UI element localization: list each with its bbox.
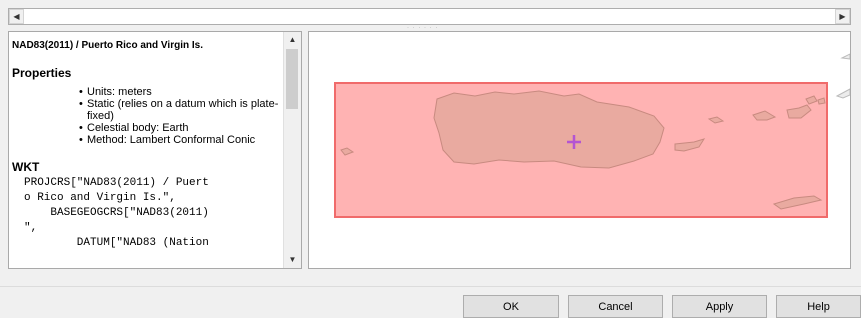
wkt-line: DATUM["NAD83 (Nation: [24, 237, 209, 249]
properties-list: Units: meters Static (relies on a datum …: [12, 86, 284, 146]
wkt-line: PROJCRS["NAD83(2011) / Puert: [24, 177, 209, 189]
property-static: Static (relies on a datum which is plate…: [79, 98, 284, 122]
outer-island-shape: [835, 88, 850, 99]
map-canvas: [334, 53, 850, 218]
horizontal-scrollbar[interactable]: ◀ ▶: [8, 8, 851, 25]
help-button[interactable]: Help: [776, 295, 861, 318]
scrollbar-thumb[interactable]: [286, 49, 298, 109]
wkt-heading: WKT: [12, 160, 40, 174]
crs-extent-map[interactable]: [308, 31, 851, 269]
wkt-line: BASEGEOGCRS["NAD83(2011): [24, 207, 209, 219]
property-celestial-body: Celestial body: Earth: [79, 122, 284, 134]
scroll-down-arrow-icon[interactable]: ▼: [284, 252, 301, 268]
property-units: Units: meters: [79, 86, 284, 98]
cancel-button[interactable]: Cancel: [568, 295, 663, 318]
vertical-scrollbar[interactable]: ▲ ▼: [283, 32, 301, 268]
scroll-up-arrow-icon[interactable]: ▲: [284, 32, 301, 48]
wkt-line: o Rico and Virgin Is.",: [24, 192, 176, 204]
scroll-right-arrow-icon[interactable]: ▶: [835, 9, 850, 24]
properties-heading: Properties: [12, 66, 72, 80]
ok-button[interactable]: OK: [463, 295, 559, 318]
crs-info-panel: NAD83(2011) / Puerto Rico and Virgin Is.…: [8, 31, 302, 269]
apply-button[interactable]: Apply: [672, 295, 767, 318]
scroll-left-arrow-icon[interactable]: ◀: [9, 9, 24, 24]
property-method: Method: Lambert Conformal Conic: [79, 134, 284, 146]
outer-island-shape: [840, 53, 850, 60]
separator: [0, 286, 861, 287]
splitter-handle[interactable]: · · · · · ·: [407, 25, 447, 31]
crs-title: NAD83(2011) / Puerto Rico and Virgin Is.: [12, 40, 203, 51]
wkt-line: ",: [24, 222, 38, 234]
